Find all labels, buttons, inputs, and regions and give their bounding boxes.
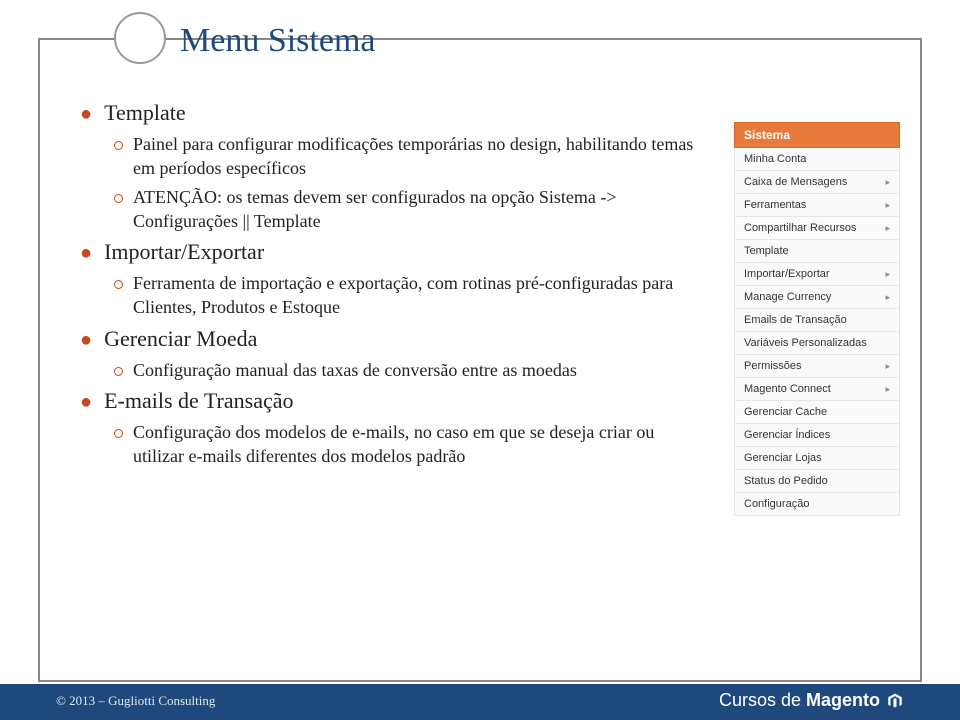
- sidebar-item[interactable]: Gerenciar Índices: [734, 424, 900, 447]
- sidebar-item-label: Status do Pedido: [744, 475, 828, 487]
- footer-brand: Cursos de Magento: [719, 690, 904, 711]
- sidebar-item[interactable]: Caixa de Mensagens ▸: [734, 171, 900, 194]
- sub-text: ATENÇÃO: os temas devem ser configurados…: [133, 185, 702, 234]
- footer-copyright: © 2013 – Gugliotti Consulting: [56, 693, 215, 709]
- sidebar-item[interactable]: Gerenciar Lojas: [734, 447, 900, 470]
- bullet-icon: ●: [80, 243, 92, 263]
- footer-text: Cursos de Magento: [719, 690, 880, 711]
- bullet-template: ● Template: [80, 100, 702, 126]
- bullet-icon: ●: [80, 392, 92, 412]
- sidebar-item[interactable]: Manage Currency ▸: [734, 286, 900, 309]
- bullet-emails-sub-0: Configuração dos modelos de e-mails, no …: [114, 420, 702, 469]
- sidebar-item[interactable]: Template: [734, 240, 900, 263]
- chevron-right-icon: ▸: [885, 361, 890, 372]
- sub-text: Ferramenta de importação e exportação, c…: [133, 271, 702, 320]
- ring-icon: [114, 141, 123, 150]
- ring-icon: [114, 367, 123, 376]
- bullet-import-sub-0: Ferramenta de importação e exportação, c…: [114, 271, 702, 320]
- bullet-label: E-mails de Transação: [104, 388, 293, 414]
- sub-text: Configuração dos modelos de e-mails, no …: [133, 420, 702, 469]
- sidebar-item-label: Configuração: [744, 498, 809, 510]
- sidebar-item[interactable]: Permissões ▸: [734, 355, 900, 378]
- sidebar-item[interactable]: Status do Pedido: [734, 470, 900, 493]
- sidebar-item[interactable]: Ferramentas ▸: [734, 194, 900, 217]
- slide-title: Menu Sistema: [180, 22, 375, 60]
- sidebar-item[interactable]: Configuração: [734, 493, 900, 516]
- sidebar-item-label: Ferramentas: [744, 199, 806, 211]
- bullet-moeda: ● Gerenciar Moeda: [80, 326, 702, 352]
- ring-icon: [114, 429, 123, 438]
- chevron-right-icon: ▸: [885, 292, 890, 303]
- sub-text: Configuração manual das taxas de convers…: [133, 358, 577, 382]
- bullet-emails: ● E-mails de Transação: [80, 388, 702, 414]
- sidebar-item-label: Emails de Transação: [744, 314, 847, 326]
- bullet-label: Importar/Exportar: [104, 239, 264, 265]
- bullet-label: Gerenciar Moeda: [104, 326, 257, 352]
- sidebar-item-label: Permissões: [744, 360, 801, 372]
- sidebar-header[interactable]: Sistema: [734, 122, 900, 148]
- bullet-moeda-sub-0: Configuração manual das taxas de convers…: [114, 358, 702, 382]
- sidebar-item-label: Minha Conta: [744, 153, 806, 165]
- sidebar-item[interactable]: Minha Conta: [734, 148, 900, 171]
- sidebar-item-label: Gerenciar Índices: [744, 429, 830, 441]
- chevron-right-icon: ▸: [885, 269, 890, 280]
- footer-bar: © 2013 – Gugliotti Consulting Cursos de …: [0, 684, 960, 720]
- sidebar-item-label: Variáveis Personalizadas: [744, 337, 867, 349]
- ring-icon: [114, 280, 123, 289]
- sidebar-item-label: Caixa de Mensagens: [744, 176, 847, 188]
- sidebar-item-label: Magento Connect: [744, 383, 831, 395]
- bullet-label: Template: [104, 100, 186, 126]
- chevron-right-icon: ▸: [885, 223, 890, 234]
- bullet-icon: ●: [80, 104, 92, 124]
- sidebar-item[interactable]: Importar/Exportar ▸: [734, 263, 900, 286]
- chevron-right-icon: ▸: [885, 177, 890, 188]
- bullet-icon: ●: [80, 330, 92, 350]
- chevron-right-icon: ▸: [885, 200, 890, 211]
- bullet-template-sub-0: Painel para configurar modificações temp…: [114, 132, 702, 181]
- sidebar-item-label: Gerenciar Lojas: [744, 452, 822, 464]
- sidebar-item[interactable]: Variáveis Personalizadas: [734, 332, 900, 355]
- sidebar-item-label: Compartilhar Recursos: [744, 222, 856, 234]
- sidebar-item[interactable]: Magento Connect ▸: [734, 378, 900, 401]
- sidebar-item[interactable]: Emails de Transação: [734, 309, 900, 332]
- sidebar-item[interactable]: Gerenciar Cache: [734, 401, 900, 424]
- ring-icon: [114, 194, 123, 203]
- sub-text: Painel para configurar modificações temp…: [133, 132, 702, 181]
- sidebar-menu: Sistema Minha ContaCaixa de Mensagens▸Fe…: [734, 122, 900, 516]
- sidebar-item-label: Manage Currency: [744, 291, 831, 303]
- content-area: ● Template Painel para configurar modific…: [62, 100, 702, 473]
- bullet-import: ● Importar/Exportar: [80, 239, 702, 265]
- sidebar-item-label: Gerenciar Cache: [744, 406, 827, 418]
- sidebar-item-label: Template: [744, 245, 789, 257]
- magento-icon: [886, 692, 904, 710]
- sidebar-item[interactable]: Compartilhar Recursos ▸: [734, 217, 900, 240]
- decorative-circle: [114, 12, 166, 64]
- chevron-right-icon: ▸: [885, 384, 890, 395]
- bullet-template-sub-1: ATENÇÃO: os temas devem ser configurados…: [114, 185, 702, 234]
- sidebar-item-label: Importar/Exportar: [744, 268, 830, 280]
